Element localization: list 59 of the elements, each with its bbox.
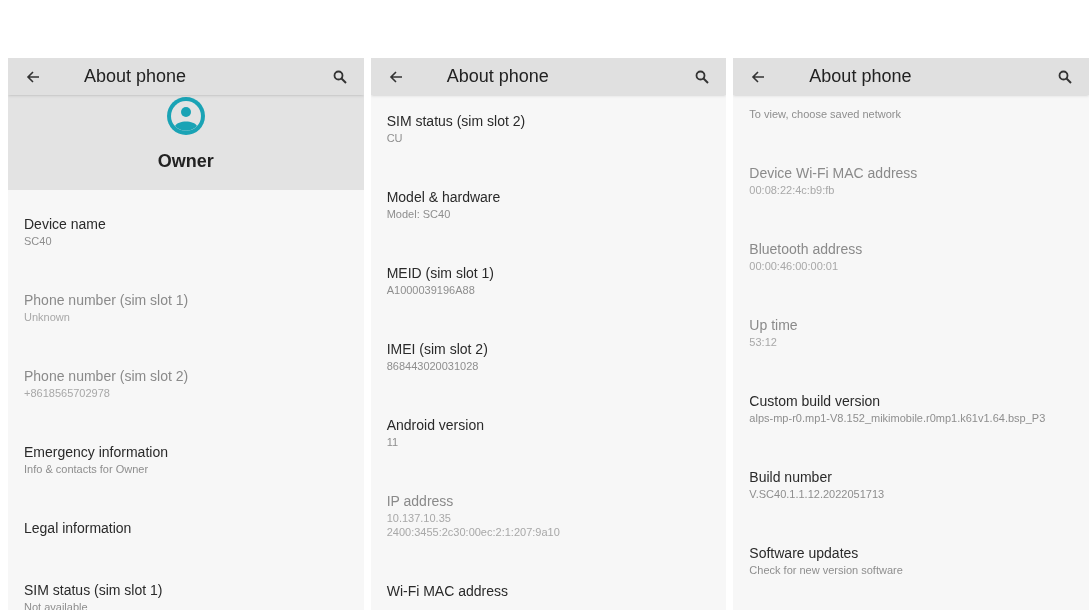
- settings-item[interactable]: Emergency information Info & contacts for Owner: [8, 426, 364, 502]
- screen-title: About phone: [809, 65, 912, 88]
- item-title: Build number: [749, 468, 833, 487]
- item-summary: +8618565702978: [24, 386, 111, 400]
- settings-item[interactable]: MEID (sim slot 1) A1000039196A88: [370, 247, 727, 323]
- item-summary: Unknown: [24, 310, 71, 324]
- item-title: Model & hardware: [386, 188, 502, 207]
- item-title: Phone number (sim slot 2): [24, 367, 190, 386]
- item-title: Bluetooth address: [749, 240, 864, 259]
- settings-item[interactable]: Wi-Fi MAC address: [370, 565, 727, 610]
- settings-item[interactable]: Legal information: [8, 502, 364, 564]
- item-summary: 868443020031028: [386, 359, 480, 373]
- item-summary: SC40: [24, 234, 53, 248]
- item-summary: 00:08:22:4c:b9:fb: [749, 183, 836, 197]
- item-summary: 11: [386, 435, 400, 449]
- item-title: Wi-Fi MAC address: [386, 582, 510, 601]
- item-title: Up time: [749, 316, 799, 335]
- settings-item[interactable]: IMEI (sim slot 2) 868443020031028: [370, 323, 727, 399]
- settings-item[interactable]: Device name SC40: [8, 198, 364, 274]
- search-icon: [332, 69, 347, 84]
- item-title: Phone number (sim slot 1): [24, 291, 190, 310]
- settings-item[interactable]: Android version 11: [370, 399, 727, 475]
- item-summary: CU: [386, 131, 404, 145]
- item-title: Android version: [386, 416, 485, 435]
- item-title: MEID (sim slot 1): [386, 264, 495, 283]
- settings-item[interactable]: Software updates Check for new version software: [733, 527, 1089, 603]
- item-summary: alps-mp-r0.mp1-V8.152_mikimobile.r0mp1.k61v1.64.bsp_P3: [749, 411, 1047, 425]
- settings-item[interactable]: Custom build version alps-mp-r0.mp1-V8.152_mikimobile.r0mp1.k61v1.64.bsp_P3: [733, 375, 1089, 451]
- item-title: Device Wi-Fi MAC address: [749, 164, 919, 183]
- item-summary: Check for new version software: [749, 563, 904, 577]
- back-arrow-icon: [387, 68, 404, 85]
- screen-title: About phone: [446, 65, 549, 88]
- back-arrow-icon: [25, 68, 41, 85]
- item-summary: Info & contacts for Owner: [24, 462, 150, 476]
- item-title: Software updates: [749, 544, 860, 563]
- item-summary: 2400:3455:2c30:00ec:2:1:207:9a10: [386, 525, 561, 539]
- item-title: Device name: [24, 215, 107, 234]
- item-summary: Model: SC40: [386, 207, 452, 221]
- item-title: Legal information: [24, 519, 133, 538]
- item-summary: To view, choose saved network: [749, 107, 902, 121]
- item-title: IMEI (sim slot 2): [386, 340, 489, 359]
- item-summary: A1000039196A88: [386, 283, 476, 297]
- screen-title: About phone: [84, 65, 187, 88]
- item-title: Custom build version: [749, 392, 882, 411]
- profile-name: Owner: [157, 150, 214, 173]
- item-summary: 53:12: [749, 335, 778, 349]
- item-summary: 10.137.10.35: [386, 511, 452, 525]
- settings-item[interactable]: Model & hardware Model: SC40: [370, 171, 727, 247]
- search-icon: [695, 69, 710, 84]
- item-title: IP address: [386, 492, 455, 511]
- item-title: SIM status (sim slot 2): [386, 112, 527, 131]
- settings-item[interactable]: SIM status (sim slot 2) CU: [370, 95, 727, 171]
- item-summary: V.SC40.1.1.12.2022051713: [749, 487, 886, 501]
- item-summary: 00:00:46:00:00:01: [749, 259, 840, 273]
- item-title: Emergency information: [24, 443, 169, 462]
- item-title: SIM status (sim slot 1): [24, 581, 164, 600]
- search-icon: [1058, 69, 1072, 84]
- settings-item[interactable]: Build number V.SC40.1.1.12.2022051713: [733, 451, 1089, 527]
- back-arrow-icon: [750, 68, 767, 85]
